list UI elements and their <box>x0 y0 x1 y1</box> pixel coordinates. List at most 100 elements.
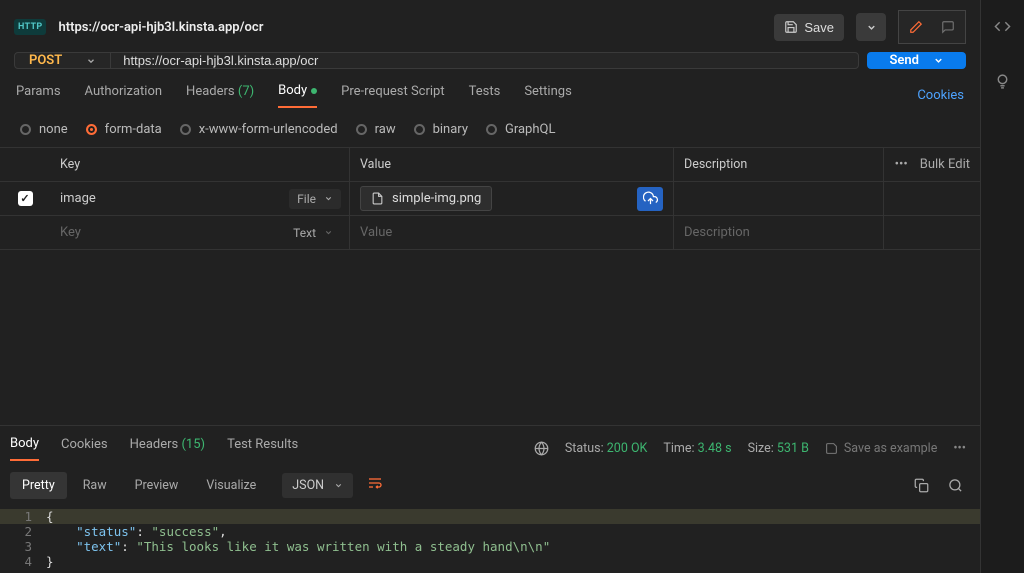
save-icon <box>825 442 838 455</box>
wrap-button[interactable] <box>367 475 383 495</box>
tab-body[interactable]: Body <box>278 83 317 108</box>
radio-raw-label: raw <box>375 122 396 137</box>
save-button[interactable]: Save <box>774 14 844 41</box>
tab-headers-label: Headers <box>186 84 235 99</box>
radio-form-data-label: form-data <box>105 122 162 137</box>
request-tab-title: https://ocr-api-hjb3l.kinsta.app/ocr <box>58 20 762 35</box>
copy-icon <box>914 478 929 493</box>
radio-graphql[interactable]: GraphQL <box>486 122 555 137</box>
save-button-label: Save <box>804 20 834 35</box>
status-value: 200 OK <box>607 441 648 456</box>
placeholder-key[interactable]: Key <box>60 225 81 240</box>
tab-settings[interactable]: Settings <box>524 84 571 107</box>
response-tab-headers[interactable]: Headers (15) <box>130 437 205 460</box>
radio-raw[interactable]: raw <box>356 122 396 137</box>
code-line-2: "status": "success", <box>46 524 227 539</box>
radio-graphql-label: GraphQL <box>505 122 555 137</box>
chevron-down-icon <box>324 194 333 203</box>
view-pretty[interactable]: Pretty <box>10 472 67 499</box>
comment-button[interactable] <box>933 13 963 41</box>
status-block: Status: 200 OK <box>565 441 648 456</box>
radio-none-label: none <box>39 122 68 137</box>
code-line-3: "text": "This looks like it was written … <box>46 539 550 554</box>
file-upload-button[interactable] <box>637 187 663 211</box>
response-tab-headers-count: (15) <box>181 437 205 452</box>
view-raw[interactable]: Raw <box>71 472 119 499</box>
save-caret[interactable] <box>856 13 886 41</box>
response-more-button[interactable]: ••• <box>953 441 966 456</box>
row-checkbox[interactable]: ✓ <box>18 191 33 206</box>
key-type-select[interactable]: File <box>289 189 341 209</box>
row-description[interactable] <box>674 182 884 215</box>
code-panel-button[interactable] <box>994 18 1011 39</box>
tab-headers[interactable]: Headers (7) <box>186 84 254 107</box>
time-block: Time: 3.48 s <box>663 441 731 456</box>
size-value: 531 B <box>777 441 809 456</box>
radio-xwww[interactable]: x-www-form-urlencoded <box>180 122 338 137</box>
save-as-example-button[interactable]: Save as example <box>825 441 937 456</box>
lightbulb-icon <box>994 73 1011 90</box>
pencil-icon <box>909 20 923 34</box>
url-input[interactable] <box>111 53 858 68</box>
col-header-description: Description <box>674 148 884 181</box>
search-response-button[interactable] <box>940 471 970 499</box>
key-type-label: Text <box>293 226 316 240</box>
radio-form-data[interactable]: form-data <box>86 122 162 137</box>
key-type-label: File <box>297 192 316 206</box>
comment-icon <box>941 20 955 34</box>
chevron-down-icon <box>866 22 877 33</box>
wrap-icon <box>367 475 383 491</box>
response-tab-cookies[interactable]: Cookies <box>61 437 108 460</box>
file-attachment[interactable]: simple-img.png <box>360 186 492 211</box>
response-tab-test-results[interactable]: Test Results <box>227 437 298 460</box>
code-line-1: { <box>46 509 54 524</box>
send-button[interactable]: Send <box>867 52 966 69</box>
http-method-label: POST <box>29 53 62 68</box>
time-value: 3.48 s <box>698 441 732 456</box>
placeholder-description[interactable]: Description <box>674 216 884 249</box>
key-type-select[interactable]: Text <box>285 223 341 243</box>
file-icon <box>371 192 384 205</box>
file-name: simple-img.png <box>392 191 481 206</box>
tab-body-label: Body <box>278 83 307 98</box>
send-button-label: Send <box>889 53 919 68</box>
edit-button[interactable] <box>901 13 931 41</box>
tab-authorization[interactable]: Authorization <box>85 84 163 107</box>
body-modified-indicator <box>311 88 317 94</box>
http-method-select[interactable]: POST <box>15 53 111 68</box>
tab-prerequest[interactable]: Pre-request Script <box>341 84 444 107</box>
bulk-edit-button[interactable]: Bulk Edit <box>920 157 970 172</box>
response-tab-body[interactable]: Body <box>10 436 39 461</box>
cloud-upload-icon <box>643 191 658 206</box>
language-select[interactable]: JSON <box>282 473 353 498</box>
view-visualize[interactable]: Visualize <box>194 472 268 499</box>
col-header-value: Value <box>350 148 674 181</box>
more-button[interactable]: ••• <box>895 157 908 172</box>
code-line-4: } <box>46 554 54 569</box>
radio-binary-label: binary <box>433 122 468 137</box>
code-icon <box>994 18 1011 35</box>
info-panel-button[interactable] <box>994 73 1011 94</box>
table-row-empty: Key Text Value Description <box>0 216 980 250</box>
radio-binary[interactable]: binary <box>414 122 468 137</box>
table-row: ✓ image File simple-img.png <box>0 182 980 216</box>
cookies-link[interactable]: Cookies <box>917 88 964 103</box>
placeholder-value[interactable]: Value <box>350 216 674 249</box>
row-key[interactable]: image <box>60 191 96 206</box>
globe-icon[interactable] <box>534 441 549 456</box>
search-icon <box>948 478 963 493</box>
copy-response-button[interactable] <box>906 471 936 499</box>
chevron-down-icon <box>86 56 96 66</box>
chevron-down-icon <box>334 481 343 490</box>
tab-params[interactable]: Params <box>16 84 61 107</box>
radio-none[interactable]: none <box>20 122 68 137</box>
view-preview[interactable]: Preview <box>123 472 191 499</box>
chevron-down-icon <box>933 55 944 66</box>
save-as-example-label: Save as example <box>844 441 937 456</box>
form-data-table: Key Value Description ••• Bulk Edit ✓ im… <box>0 147 980 250</box>
chevron-down-icon <box>324 228 333 237</box>
http-badge: HTTP <box>14 19 46 35</box>
radio-xwww-label: x-www-form-urlencoded <box>199 122 338 137</box>
response-body: 1{ 2 "status": "success", 3 "text": "Thi… <box>0 505 980 573</box>
tab-tests[interactable]: Tests <box>469 84 501 107</box>
